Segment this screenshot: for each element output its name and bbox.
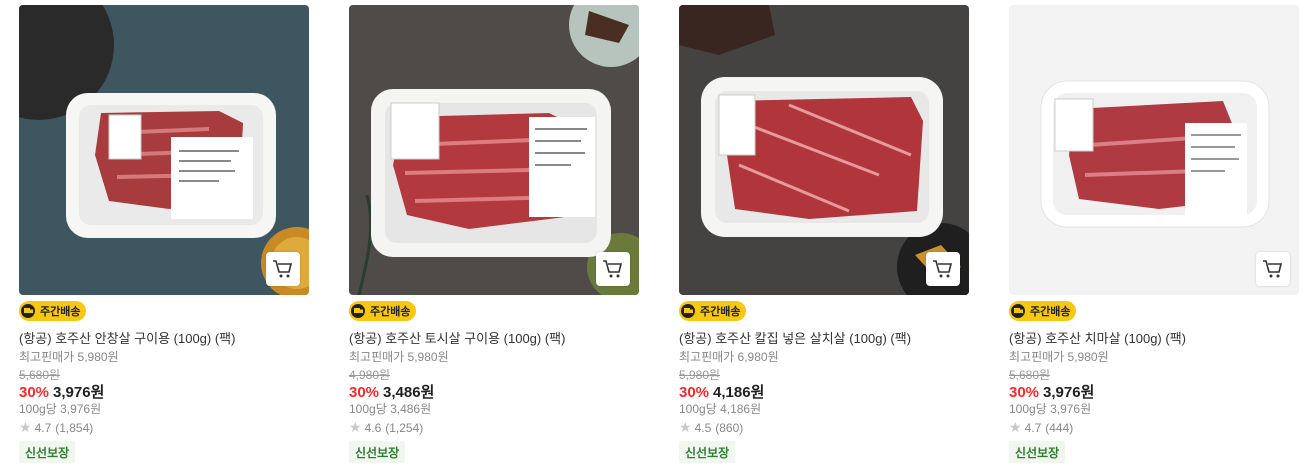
price-row: 30% 3,976원 (19, 381, 104, 402)
product-card[interactable]: 주간배송 (항공) 호주산 토시살 구이용 (100g) (팩) 최고핀매가 5… (349, 5, 639, 470)
unit-price: 100g당 3,976원 (1009, 402, 1092, 416)
weekly-delivery-badge: 주간배송 (349, 301, 417, 321)
unit-price: 100g당 4,186원 (679, 402, 762, 416)
add-to-cart-button[interactable] (1256, 252, 1290, 286)
review-count: (1,854) (55, 420, 94, 435)
discount-rate: 30% (349, 384, 380, 401)
discount-rate: 30% (679, 384, 710, 401)
rating: ★ 4.7 (1,854) (19, 419, 93, 436)
product-image[interactable] (349, 5, 639, 295)
badge-label: 주간배송 (40, 306, 81, 318)
product-image[interactable] (19, 5, 309, 295)
product-name[interactable]: (항공) 호주산 안창살 구이용 (100g) (팩) (19, 328, 309, 347)
product-grid: 주간배송 (항공) 호주산 안창살 구이용 (100g) (팩) 최고핀매가 5… (0, 0, 1311, 473)
fresh-guarantee-tag: 신선보장 (1009, 441, 1066, 463)
badge-label: 주간배송 (1030, 306, 1071, 318)
truck-icon (1011, 304, 1025, 318)
badge-label: 주간배송 (700, 306, 741, 318)
review-count: (444) (1045, 420, 1074, 435)
lowest-price: 최고핀매가 5,980원 (19, 350, 119, 364)
price-row: 30% 4,186원 (679, 381, 764, 402)
sale-price: 3,976원 (53, 384, 105, 401)
fresh-guarantee-tag: 신선보장 (349, 441, 406, 463)
weekly-delivery-badge: 주간배송 (1009, 301, 1077, 321)
review-count: (1,254) (385, 420, 424, 435)
lowest-price: 최고핀매가 5,980원 (349, 350, 449, 364)
rating: ★ 4.5 (860) (679, 419, 743, 436)
add-to-cart-button[interactable] (266, 252, 300, 286)
product-image[interactable] (1009, 5, 1299, 295)
weekly-delivery-badge: 주간배송 (679, 301, 747, 321)
truck-icon (351, 304, 365, 318)
product-card[interactable]: 주간배송 (항공) 호주산 칼집 넣은 살치살 (100g) (팩) 최고핀매가… (679, 5, 969, 470)
badge-label: 주간배송 (370, 306, 411, 318)
sale-price: 3,976원 (1043, 384, 1095, 401)
truck-icon (21, 304, 35, 318)
rating: ★ 4.6 (1,254) (349, 419, 423, 436)
price-row: 30% 3,976원 (1009, 381, 1094, 402)
add-to-cart-button[interactable] (596, 252, 630, 286)
rating-score: 4.7 (34, 420, 52, 435)
truck-icon (681, 304, 695, 318)
cart-icon (273, 260, 293, 278)
rating-score: 4.7 (1024, 420, 1042, 435)
review-count: (860) (715, 420, 744, 435)
rating-score: 4.6 (364, 420, 382, 435)
product-card[interactable]: 주간배송 (항공) 호주산 안창살 구이용 (100g) (팩) 최고핀매가 5… (19, 5, 309, 470)
lowest-price: 최고핀매가 5,980원 (1009, 350, 1109, 364)
star-icon: ★ (679, 419, 692, 435)
rating-score: 4.5 (694, 420, 712, 435)
lowest-price: 최고핀매가 6,980원 (679, 350, 779, 364)
cart-icon (603, 260, 623, 278)
product-image[interactable] (679, 5, 969, 295)
unit-price: 100g당 3,486원 (349, 402, 432, 416)
cart-icon (1263, 260, 1283, 278)
sale-price: 3,486원 (383, 384, 435, 401)
discount-rate: 30% (19, 384, 50, 401)
product-name[interactable]: (항공) 호주산 치마살 (100g) (팩) (1009, 328, 1299, 347)
star-icon: ★ (1009, 419, 1022, 435)
star-icon: ★ (349, 419, 362, 435)
sale-price: 4,186원 (713, 384, 765, 401)
product-card[interactable]: 주간배송 (항공) 호주산 치마살 (100g) (팩) 최고핀매가 5,980… (1009, 5, 1299, 470)
cart-icon (933, 260, 953, 278)
product-name[interactable]: (항공) 호주산 칼집 넣은 살치살 (100g) (팩) (679, 328, 969, 347)
add-to-cart-button[interactable] (926, 252, 960, 286)
rating: ★ 4.7 (444) (1009, 419, 1073, 436)
discount-rate: 30% (1009, 384, 1040, 401)
star-icon: ★ (19, 419, 32, 435)
product-name[interactable]: (항공) 호주산 토시살 구이용 (100g) (팩) (349, 328, 639, 347)
fresh-guarantee-tag: 신선보장 (679, 441, 736, 463)
unit-price: 100g당 3,976원 (19, 402, 102, 416)
price-row: 30% 3,486원 (349, 381, 434, 402)
fresh-guarantee-tag: 신선보장 (19, 441, 76, 463)
weekly-delivery-badge: 주간배송 (19, 301, 87, 321)
